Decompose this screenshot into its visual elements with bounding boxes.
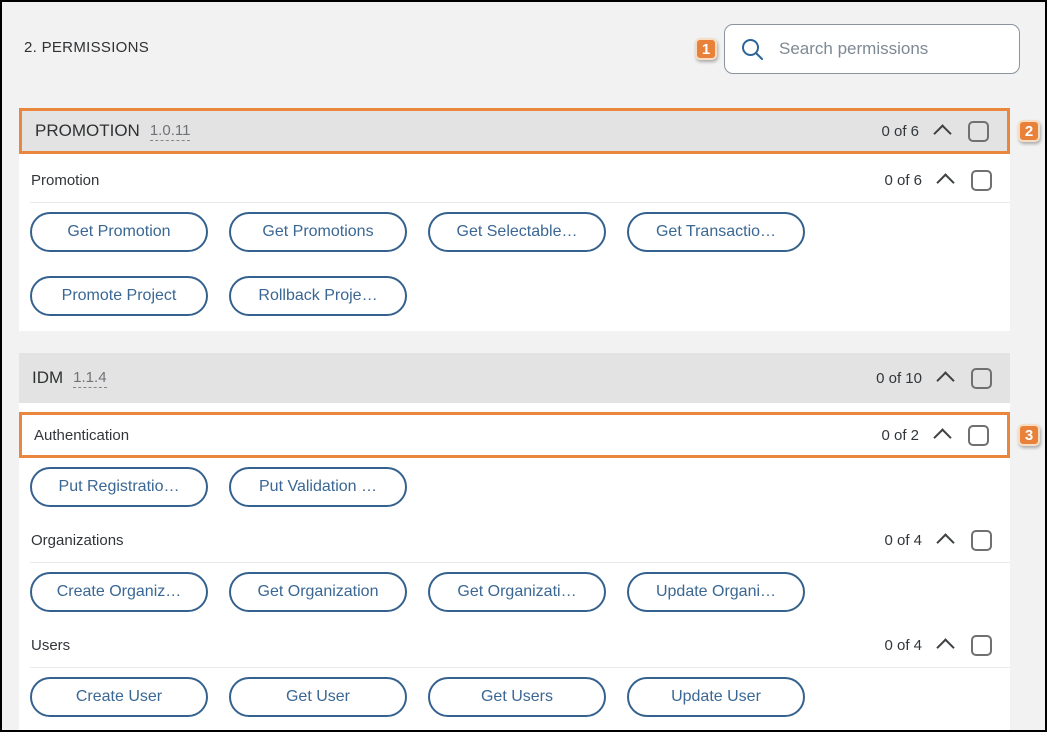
topbar: 2. PERMISSIONS 1 <box>2 2 1045 108</box>
group-checkbox[interactable] <box>971 170 992 191</box>
permission-button[interactable]: Rollback Proje… <box>229 276 407 316</box>
section-version[interactable]: 1.1.4 <box>73 368 106 389</box>
permission-button[interactable]: Get Transactio… <box>627 212 805 252</box>
permission-buttons: Put Registratio… Put Validation … <box>19 458 1010 518</box>
chevron-up-icon[interactable] <box>933 428 951 446</box>
search-input[interactable] <box>777 38 1007 60</box>
section-name: PROMOTION <box>35 121 140 141</box>
group-checkbox[interactable] <box>968 425 989 446</box>
group-checkbox[interactable] <box>971 635 992 656</box>
chevron-up-icon[interactable] <box>936 173 954 191</box>
group-checkbox[interactable] <box>971 530 992 551</box>
section-checkbox[interactable] <box>971 368 992 389</box>
permission-button[interactable]: Get Organization <box>229 572 407 612</box>
group-name: Users <box>31 637 70 654</box>
group-count: 0 of 4 <box>884 532 922 549</box>
group-header[interactable]: Authentication 0 of 2 <box>22 415 1007 455</box>
sections: PROMOTION 1.0.11 0 of 6 2 Promotion 0 of… <box>19 108 1010 732</box>
group-name: Organizations <box>31 532 124 549</box>
section-header[interactable]: IDM 1.1.4 0 of 10 <box>19 353 1010 403</box>
section-count: 0 of 6 <box>881 123 919 140</box>
permission-button[interactable]: Update User <box>627 677 805 717</box>
permission-section: PROMOTION 1.0.11 0 of 6 2 Promotion 0 of… <box>19 108 1010 331</box>
permission-group: Authentication 0 of 2 3 Put Registratio…… <box>19 412 1010 518</box>
permission-button[interactable]: Get Selectable… <box>428 212 606 252</box>
permission-button[interactable]: Create Organiz… <box>30 572 208 612</box>
callout-badge-1: 1 <box>695 38 717 60</box>
permission-button[interactable]: Get Users <box>428 677 606 717</box>
chevron-up-icon[interactable] <box>933 124 951 142</box>
magnifier-icon[interactable] <box>741 38 764 61</box>
permission-group: Promotion 0 of 6 Get Promotion Get Promo… <box>19 158 1010 327</box>
permission-group: Users 0 of 4 Create User Get User Get Us… <box>19 623 1010 728</box>
permission-button[interactable]: Get Promotions <box>229 212 407 252</box>
chevron-up-icon[interactable] <box>936 638 954 656</box>
section-name: IDM <box>32 368 63 388</box>
search-area: 1 <box>695 24 1020 74</box>
group-count: 0 of 2 <box>881 427 919 444</box>
group-header[interactable]: Users 0 of 4 <box>19 623 1010 667</box>
group-header[interactable]: Promotion 0 of 6 <box>19 158 1010 202</box>
permission-buttons: Create Organiz… Get Organization Get Org… <box>19 563 1010 623</box>
permission-section: IDM 1.1.4 0 of 10 Authentication 0 of 2 <box>19 353 1010 732</box>
permission-button[interactable]: Get Promotion <box>30 212 208 252</box>
permission-button[interactable]: Put Validation … <box>229 467 407 507</box>
group-count: 0 of 4 <box>884 637 922 654</box>
section-groups: Authentication 0 of 2 3 Put Registratio…… <box>19 403 1010 732</box>
permission-buttons: Get Promotion Get Promotions Get Selecta… <box>19 203 1010 327</box>
chevron-up-icon[interactable] <box>936 533 954 551</box>
permission-button[interactable]: Get Organizati… <box>428 572 606 612</box>
callout-badge: 3 <box>1018 424 1040 446</box>
permission-button[interactable]: Get User <box>229 677 407 717</box>
chevron-up-icon[interactable] <box>936 371 954 389</box>
permission-button[interactable]: Update Organi… <box>627 572 805 612</box>
group-header[interactable]: Organizations 0 of 4 <box>19 518 1010 562</box>
section-version[interactable]: 1.0.11 <box>150 121 191 142</box>
permission-group: Organizations 0 of 4 Create Organiz… Get… <box>19 518 1010 623</box>
permission-button[interactable]: Promote Project <box>30 276 208 316</box>
section-checkbox[interactable] <box>968 121 989 142</box>
section-count: 0 of 10 <box>876 370 922 387</box>
callout-badge: 2 <box>1018 120 1040 142</box>
permission-buttons: Create User Get User Get Users Update Us… <box>19 668 1010 728</box>
permission-button[interactable]: Create User <box>30 677 208 717</box>
section-groups: Promotion 0 of 6 Get Promotion Get Promo… <box>19 154 1010 331</box>
permission-button[interactable]: Put Registratio… <box>30 467 208 507</box>
search-box[interactable] <box>724 24 1020 74</box>
section-header[interactable]: PROMOTION 1.0.11 0 of 6 <box>22 111 1007 151</box>
group-name: Authentication <box>34 427 129 444</box>
group-name: Promotion <box>31 172 99 189</box>
group-count: 0 of 6 <box>884 172 922 189</box>
page-title: 2. PERMISSIONS <box>24 39 149 56</box>
permissions-panel: 2. PERMISSIONS 1 PROMOTION 1.0.11 0 of 6 <box>0 0 1047 732</box>
